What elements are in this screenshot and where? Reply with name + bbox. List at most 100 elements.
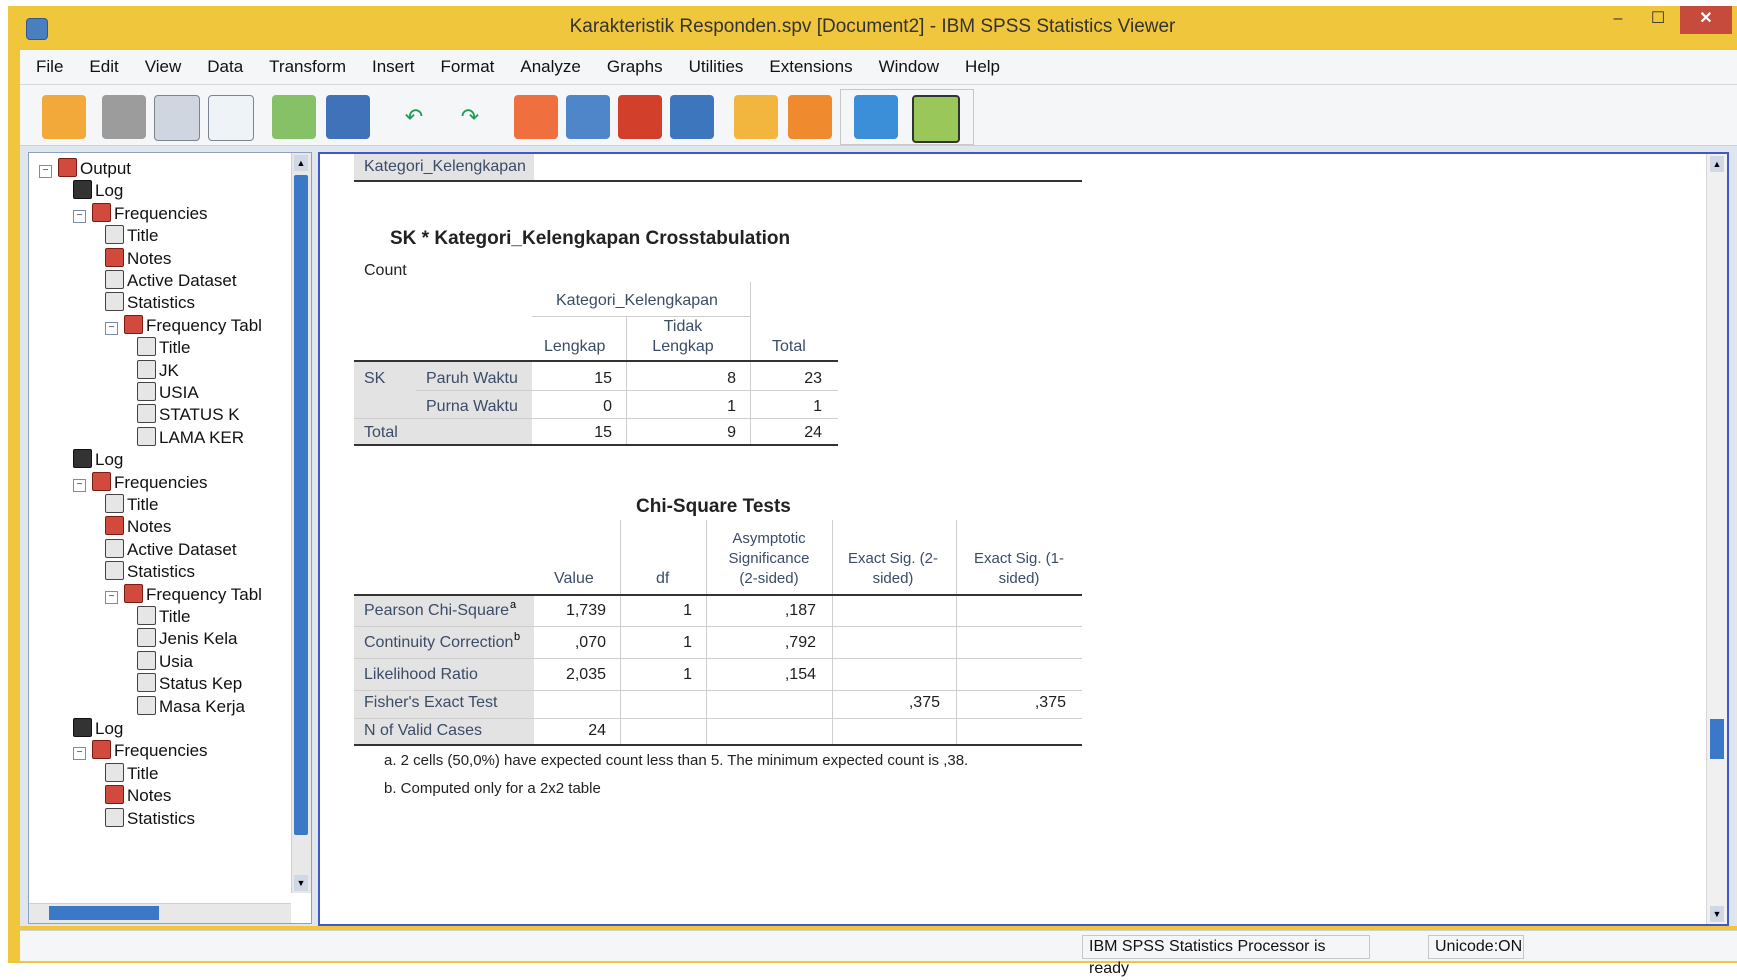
outline-item-label: Output — [80, 159, 132, 178]
crosstab-group-rule — [532, 316, 750, 317]
redo-icon[interactable]: ↷ — [448, 95, 492, 139]
menu-help[interactable]: Help — [965, 50, 1000, 84]
table-icon — [105, 494, 124, 513]
outline-item[interactable]: Statistics — [105, 807, 195, 831]
outline-item[interactable]: Active Dataset — [105, 269, 237, 293]
output-node-icon — [105, 516, 124, 536]
export-icon[interactable] — [272, 95, 316, 139]
menu-file[interactable]: File — [36, 50, 63, 84]
outline-item[interactable]: − Frequencies — [73, 471, 208, 495]
output-content-pane: Kategori_Kelengkapan SK * Kategori_Kelen… — [318, 152, 1729, 926]
outline-item[interactable]: Log — [73, 717, 123, 741]
save-icon[interactable] — [102, 95, 146, 139]
outline-item[interactable]: STATUS K — [137, 403, 240, 427]
crosstab-row-label: Purna Waktu — [426, 398, 518, 415]
outline-item[interactable]: Masa Kerja — [137, 695, 245, 719]
outline-item[interactable]: − Frequencies — [73, 739, 208, 763]
collapse-toggle-icon[interactable]: − — [105, 321, 118, 335]
add-object-icon[interactable] — [912, 95, 960, 143]
status-bar: IBM SPSS Statistics Processor is ready U… — [20, 930, 1737, 977]
outline-hscroll-thumb[interactable] — [49, 906, 159, 920]
menu-edit[interactable]: Edit — [89, 50, 118, 84]
scroll-down-icon[interactable]: ▼ — [1710, 906, 1724, 922]
collapse-toggle-icon[interactable]: − — [73, 209, 86, 223]
open-icon[interactable] — [42, 95, 86, 139]
collapse-toggle-icon[interactable]: − — [39, 165, 52, 178]
chisq-vline — [620, 520, 621, 744]
outline-item[interactable]: USIA — [137, 381, 199, 405]
select-last-output-icon[interactable] — [854, 95, 898, 139]
outline-item-label: Usia — [159, 651, 194, 671]
content-vertical-scrollbar[interactable]: ▲ ▼ — [1706, 154, 1727, 924]
insert-chart-icon[interactable] — [618, 95, 662, 139]
outline-item[interactable]: − Frequency Tabl — [105, 583, 262, 607]
recall-dialog-icon[interactable] — [326, 95, 370, 139]
crosstab-row-rule — [416, 390, 838, 391]
menu-transform[interactable]: Transform — [269, 50, 346, 84]
outline-scroll-thumb[interactable] — [294, 175, 308, 835]
outline-item[interactable]: Title — [137, 336, 191, 360]
crosstab-cell: 1 — [813, 398, 822, 415]
outline-item-label: Masa Kerja — [159, 696, 245, 716]
outline-item[interactable]: Statistics — [105, 291, 195, 315]
table-icon — [105, 561, 124, 581]
outline-item[interactable]: Log — [73, 179, 123, 203]
outline-item[interactable]: Notes — [105, 515, 171, 539]
collapse-toggle-icon[interactable]: − — [73, 747, 86, 761]
outline-item-label: Active Dataset — [127, 539, 237, 559]
close-button[interactable]: ✕ — [1680, 6, 1732, 34]
table-icon — [137, 359, 156, 379]
outline-item[interactable]: Usia — [137, 650, 193, 674]
outline-item[interactable]: Active Dataset — [105, 538, 237, 562]
outline-item[interactable]: Title — [137, 605, 191, 629]
outline-item[interactable]: LAMA KER — [137, 426, 244, 450]
table-icon — [105, 538, 124, 558]
outline-item-label: Title — [127, 495, 159, 514]
outline-item[interactable]: Log — [73, 448, 123, 472]
scroll-up-icon[interactable]: ▲ — [1710, 156, 1724, 172]
outline-item[interactable]: Notes — [105, 784, 171, 808]
print-icon[interactable] — [154, 95, 200, 141]
menu-view[interactable]: View — [145, 50, 182, 84]
undo-icon[interactable]: ↶ — [392, 95, 436, 139]
chisq-cell-value: 2,035 — [565, 666, 606, 683]
menu-utilities[interactable]: Utilities — [689, 50, 744, 84]
chisq-col-exact1: Exact Sig. (1- — [973, 550, 1065, 567]
outline-item[interactable]: Title — [105, 762, 159, 786]
variables-icon[interactable] — [670, 95, 714, 139]
outline-item[interactable]: − Output — [39, 157, 131, 181]
designate-window-icon[interactable] — [734, 95, 778, 139]
outline-horizontal-scrollbar[interactable] — [29, 903, 291, 923]
collapse-toggle-icon[interactable]: − — [73, 478, 86, 492]
menu-data[interactable]: Data — [207, 50, 243, 84]
show-output-icon[interactable] — [788, 95, 832, 139]
goto-case-icon[interactable] — [514, 95, 558, 139]
goto-variable-icon[interactable] — [566, 95, 610, 139]
menu-format[interactable]: Format — [441, 50, 495, 84]
outline-item[interactable]: JK — [137, 359, 179, 383]
menu-insert[interactable]: Insert — [372, 50, 415, 84]
maximize-button[interactable]: ☐ — [1639, 6, 1677, 34]
menu-graphs[interactable]: Graphs — [607, 50, 663, 84]
menu-extensions[interactable]: Extensions — [769, 50, 852, 84]
outline-item[interactable]: Status Kep — [137, 672, 242, 696]
outline-item[interactable]: Notes — [105, 247, 171, 271]
scroll-down-icon[interactable]: ▼ — [294, 875, 308, 891]
outline-item[interactable]: Title — [105, 493, 159, 517]
outline-item-label: LAMA KER — [159, 427, 245, 447]
collapse-toggle-icon[interactable]: − — [105, 590, 118, 604]
outline-item[interactable]: Title — [105, 224, 159, 248]
menu-analyze[interactable]: Analyze — [520, 50, 580, 84]
outline-item[interactable]: − Frequency Tabl — [105, 314, 262, 338]
print-preview-icon[interactable] — [208, 95, 254, 141]
outline-item[interactable]: Jenis Kela — [137, 627, 237, 651]
minimize-button[interactable]: – — [1599, 6, 1637, 34]
output-node-icon — [124, 583, 143, 603]
outline-item[interactable]: Statistics — [105, 560, 195, 584]
scroll-up-icon[interactable]: ▲ — [294, 155, 308, 171]
content-scroll-thumb[interactable] — [1710, 719, 1724, 759]
outline-vertical-scrollbar[interactable]: ▲ ▼ — [291, 153, 311, 893]
toolbar: ↶ ↷ — [20, 85, 1737, 146]
outline-item[interactable]: − Frequencies — [73, 202, 208, 226]
menu-window[interactable]: Window — [879, 50, 939, 84]
